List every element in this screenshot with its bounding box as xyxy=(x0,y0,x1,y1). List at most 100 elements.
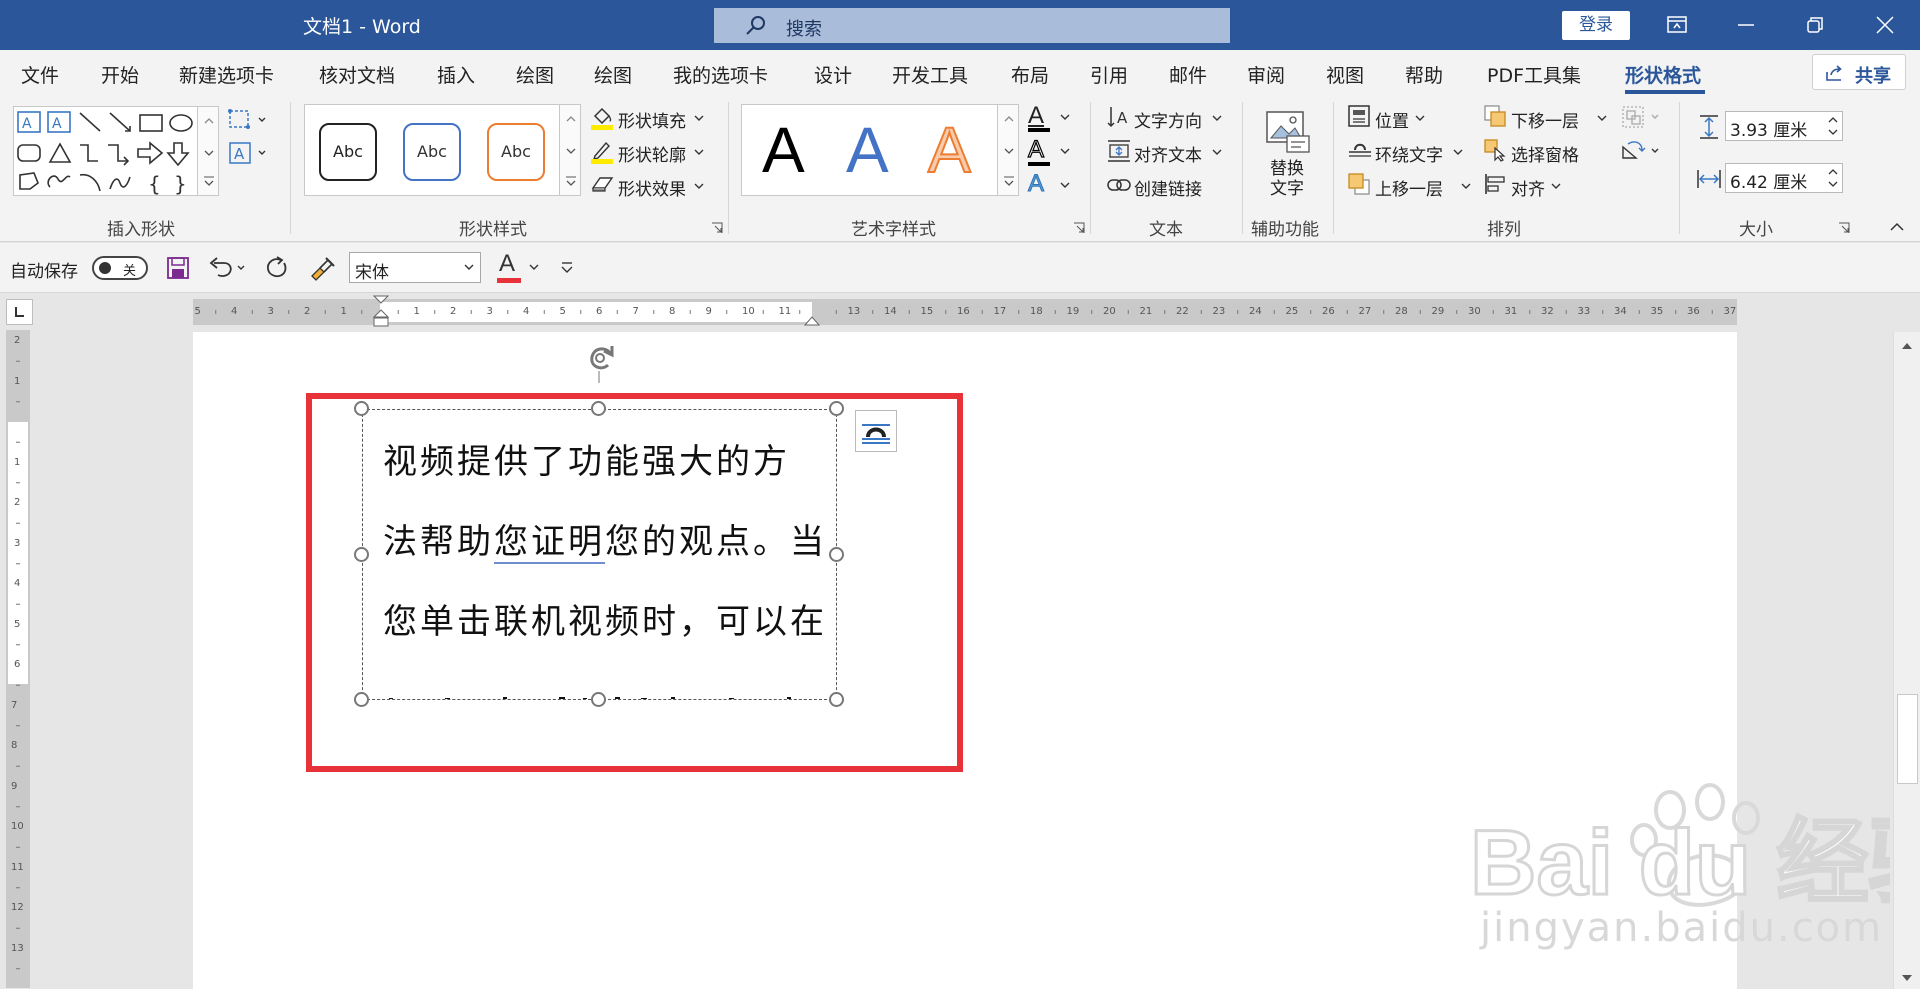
autosave-toggle[interactable]: 关 xyxy=(92,256,148,280)
tab-file[interactable]: 文件 xyxy=(21,61,59,88)
tab-design[interactable]: 设计 xyxy=(814,61,852,88)
vertical-ruler[interactable]: 2 1 1 2 3 4 5 6 7 8 9 10 11 12 13 xyxy=(6,330,30,988)
tab-mailings[interactable]: 邮件 xyxy=(1169,61,1207,88)
tab-draw-2[interactable]: 绘图 xyxy=(594,61,632,88)
text-direction-button[interactable]: A 文字方向 xyxy=(1106,104,1226,132)
tab-draw-1[interactable]: 绘图 xyxy=(516,61,554,88)
tab-home[interactable]: 开始 xyxy=(101,61,139,88)
shape-outline-button[interactable]: 形状轮廓 xyxy=(590,138,710,166)
group-label-text: 文本 xyxy=(1149,220,1183,240)
ribbon-display-options-button[interactable] xyxy=(1649,0,1705,50)
dialog-launcher-icon[interactable] xyxy=(1073,222,1085,234)
resize-handle-right[interactable] xyxy=(829,547,844,562)
edit-shape-button[interactable] xyxy=(226,106,272,134)
send-backward-button[interactable]: 下移一层 xyxy=(1483,104,1611,132)
dialog-launcher-icon[interactable] xyxy=(711,222,723,234)
tab-shape-format[interactable]: 形状格式 xyxy=(1625,61,1701,88)
wordart-style-blue[interactable]: A xyxy=(846,113,889,187)
shapes-gallery[interactable]: A A { } xyxy=(13,106,219,196)
selection-pane-button[interactable]: 选择窗格 xyxy=(1483,138,1603,166)
search-box[interactable]: 搜索 xyxy=(714,8,1230,43)
layout-options-button[interactable] xyxy=(855,410,897,452)
resize-handle-bottom-right[interactable] xyxy=(829,692,844,707)
tab-selector[interactable] xyxy=(6,299,33,325)
text-box-shape[interactable]: 视频提供了功能强大的方 法帮助您证明您的观点。当 您单击联机视频时，可以在 xyxy=(362,409,837,700)
ruler-number: 2 xyxy=(14,335,21,346)
wordart-gallery-scroll[interactable] xyxy=(997,104,1019,196)
spinner-arrows-icon[interactable] xyxy=(1827,113,1839,139)
resize-handle-top[interactable] xyxy=(591,401,606,416)
close-button[interactable] xyxy=(1857,0,1913,50)
text-fill-button[interactable]: A xyxy=(1026,102,1074,132)
scroll-down-icon[interactable] xyxy=(1900,972,1914,984)
align-button[interactable]: 对齐 xyxy=(1483,172,1583,200)
shape-fill-button[interactable]: 形状填充 xyxy=(590,104,710,132)
shape-effects-button[interactable]: 形状效果 xyxy=(590,172,710,200)
tab-developer[interactable]: 开发工具 xyxy=(892,61,968,88)
selection-pane-label: 选择窗格 xyxy=(1511,146,1579,166)
text-outline-button[interactable]: A xyxy=(1026,135,1074,166)
wordart-styles-gallery[interactable]: A A A xyxy=(741,104,1003,196)
spinner-arrows-icon[interactable] xyxy=(1827,165,1839,191)
text-effects-button[interactable]: A xyxy=(1026,170,1074,200)
tab-help[interactable]: 帮助 xyxy=(1405,61,1443,88)
shape-height-input[interactable]: 3.93 厘米 xyxy=(1725,111,1843,141)
redo-icon[interactable] xyxy=(263,254,291,282)
align-text-button[interactable]: 对齐文本 xyxy=(1106,138,1226,166)
wordart-style-black[interactable]: A xyxy=(762,113,805,187)
resize-handle-bottom[interactable] xyxy=(591,692,606,707)
scroll-up-icon[interactable] xyxy=(1900,340,1914,352)
alt-text-button[interactable]: 替换 文字 xyxy=(1258,110,1318,206)
format-painter-icon[interactable] xyxy=(308,254,336,282)
undo-icon[interactable] xyxy=(206,255,246,281)
shape-style-blue[interactable]: Abc xyxy=(403,123,461,181)
tab-pdf-tools[interactable]: PDF工具集 xyxy=(1487,61,1581,88)
tab-view[interactable]: 视图 xyxy=(1326,61,1364,88)
scrollbar-thumb[interactable] xyxy=(1897,694,1918,784)
restore-button[interactable] xyxy=(1787,0,1843,50)
shapes-gallery-scroll[interactable] xyxy=(197,106,219,196)
resize-handle-left[interactable] xyxy=(354,547,369,562)
position-button[interactable]: 位置 xyxy=(1347,104,1447,132)
collapse-ribbon-icon[interactable] xyxy=(1890,222,1904,232)
shape-style-black[interactable]: Abc xyxy=(319,123,377,181)
right-indent-marker[interactable] xyxy=(804,315,820,327)
shape-styles-gallery-scroll[interactable] xyxy=(559,104,581,196)
vertical-scrollbar[interactable] xyxy=(1893,332,1920,989)
tab-layout[interactable]: 布局 xyxy=(1011,61,1049,88)
toggle-knob xyxy=(99,262,111,274)
share-button[interactable]: 共享 xyxy=(1812,54,1906,90)
login-button[interactable]: 登录 xyxy=(1562,11,1630,40)
indent-markers[interactable] xyxy=(372,295,390,329)
tab-insert[interactable]: 插入 xyxy=(437,61,475,88)
dialog-launcher-icon[interactable] xyxy=(1838,222,1850,234)
shape-style-orange[interactable]: Abc xyxy=(487,123,545,181)
font-color-button[interactable]: A xyxy=(497,250,541,284)
tab-new-tab[interactable]: 新建选项卡 xyxy=(179,61,274,88)
font-select[interactable]: 宋体 xyxy=(349,252,481,283)
create-link-button[interactable]: 创建链接 xyxy=(1106,172,1226,200)
wordart-style-orange-outline[interactable]: A xyxy=(927,113,972,187)
tab-my-tab[interactable]: 我的选项卡 xyxy=(673,61,768,88)
shape-width-input[interactable]: 6.42 厘米 xyxy=(1725,163,1843,193)
wrap-text-button[interactable]: 环绕文字 xyxy=(1347,138,1467,166)
bring-forward-button[interactable]: 上移一层 xyxy=(1347,172,1471,200)
tab-review[interactable]: 审阅 xyxy=(1247,61,1285,88)
resize-handle-top-right[interactable] xyxy=(829,401,844,416)
resize-handle-top-left[interactable] xyxy=(354,401,369,416)
horizontal-ruler[interactable]: 5 4 3 2 1 1 2 3 4 5 6 7 8 9 10 11 13 14 15 16 17 18 19 20 21 22 23… xyxy=(193,295,1737,327)
tab-references[interactable]: 引用 xyxy=(1090,61,1128,88)
rotate-button[interactable] xyxy=(1620,138,1666,166)
ruler-number: 5 xyxy=(194,306,201,317)
rotate-handle-icon[interactable] xyxy=(584,343,620,383)
ruler-number: 29 xyxy=(1431,306,1445,317)
draw-text-box-button[interactable]: A xyxy=(226,139,272,167)
tab-check-document[interactable]: 核对文档 xyxy=(319,61,395,88)
minimize-button[interactable] xyxy=(1718,0,1774,50)
resize-handle-bottom-left[interactable] xyxy=(354,692,369,707)
customize-qat-icon[interactable] xyxy=(560,261,574,275)
save-icon[interactable] xyxy=(166,256,190,280)
watermark-url: jingyan.baidu.com xyxy=(1480,905,1884,951)
shape-styles-gallery[interactable]: Abc Abc Abc xyxy=(304,104,560,196)
ruler-number: 1 xyxy=(14,456,21,468)
